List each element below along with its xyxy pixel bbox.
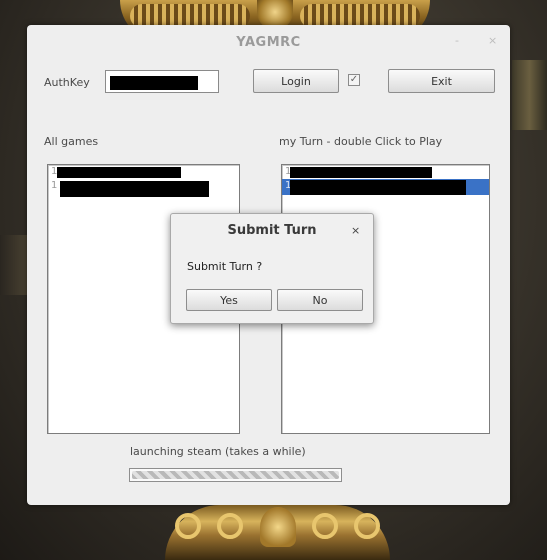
redacted-text [57,167,181,178]
login-button[interactable]: Login [253,69,339,93]
remember-checkbox[interactable]: ✓ [348,74,360,86]
redacted-text [290,180,466,195]
no-button[interactable]: No [277,289,363,311]
redacted-text [60,181,209,197]
list-item[interactable]: 1 [282,165,489,179]
all-games-label: All games [44,135,99,148]
list-item[interactable]: 1 [48,165,239,179]
minimize-button[interactable]: - [455,34,459,47]
submit-turn-dialog: Submit Turn × Submit Turn ? Yes No [170,213,374,324]
ornament-curl [312,513,338,539]
progress-bar [129,468,342,482]
dialog-message: Submit Turn ? [187,260,263,273]
list-item-index: 1 [51,180,58,191]
list-item[interactable]: 1 [48,179,239,197]
my-turn-label: my Turn - double Click to Play [279,135,443,148]
ornament-curl [354,513,380,539]
ornament-curl [175,513,201,539]
status-text: launching steam (takes a while) [130,445,306,458]
close-button[interactable]: × [488,34,497,47]
window-title: YAGMRC [236,35,301,50]
ornament-center [260,507,296,547]
footer-ornament [165,505,390,560]
yes-button[interactable]: Yes [186,289,272,311]
progress-fill [132,471,339,479]
dialog-title: Submit Turn [227,223,317,238]
authkey-input[interactable] [105,70,219,93]
exit-button[interactable]: Exit [388,69,495,93]
authkey-label: AuthKey [44,76,90,89]
ornament-curl [217,513,243,539]
background-column [512,60,547,130]
list-item-selected[interactable]: 1 [282,179,489,195]
background-column [0,235,28,295]
dialog-close-icon[interactable]: × [351,224,360,237]
redacted-value [110,76,198,90]
redacted-text [290,167,432,178]
